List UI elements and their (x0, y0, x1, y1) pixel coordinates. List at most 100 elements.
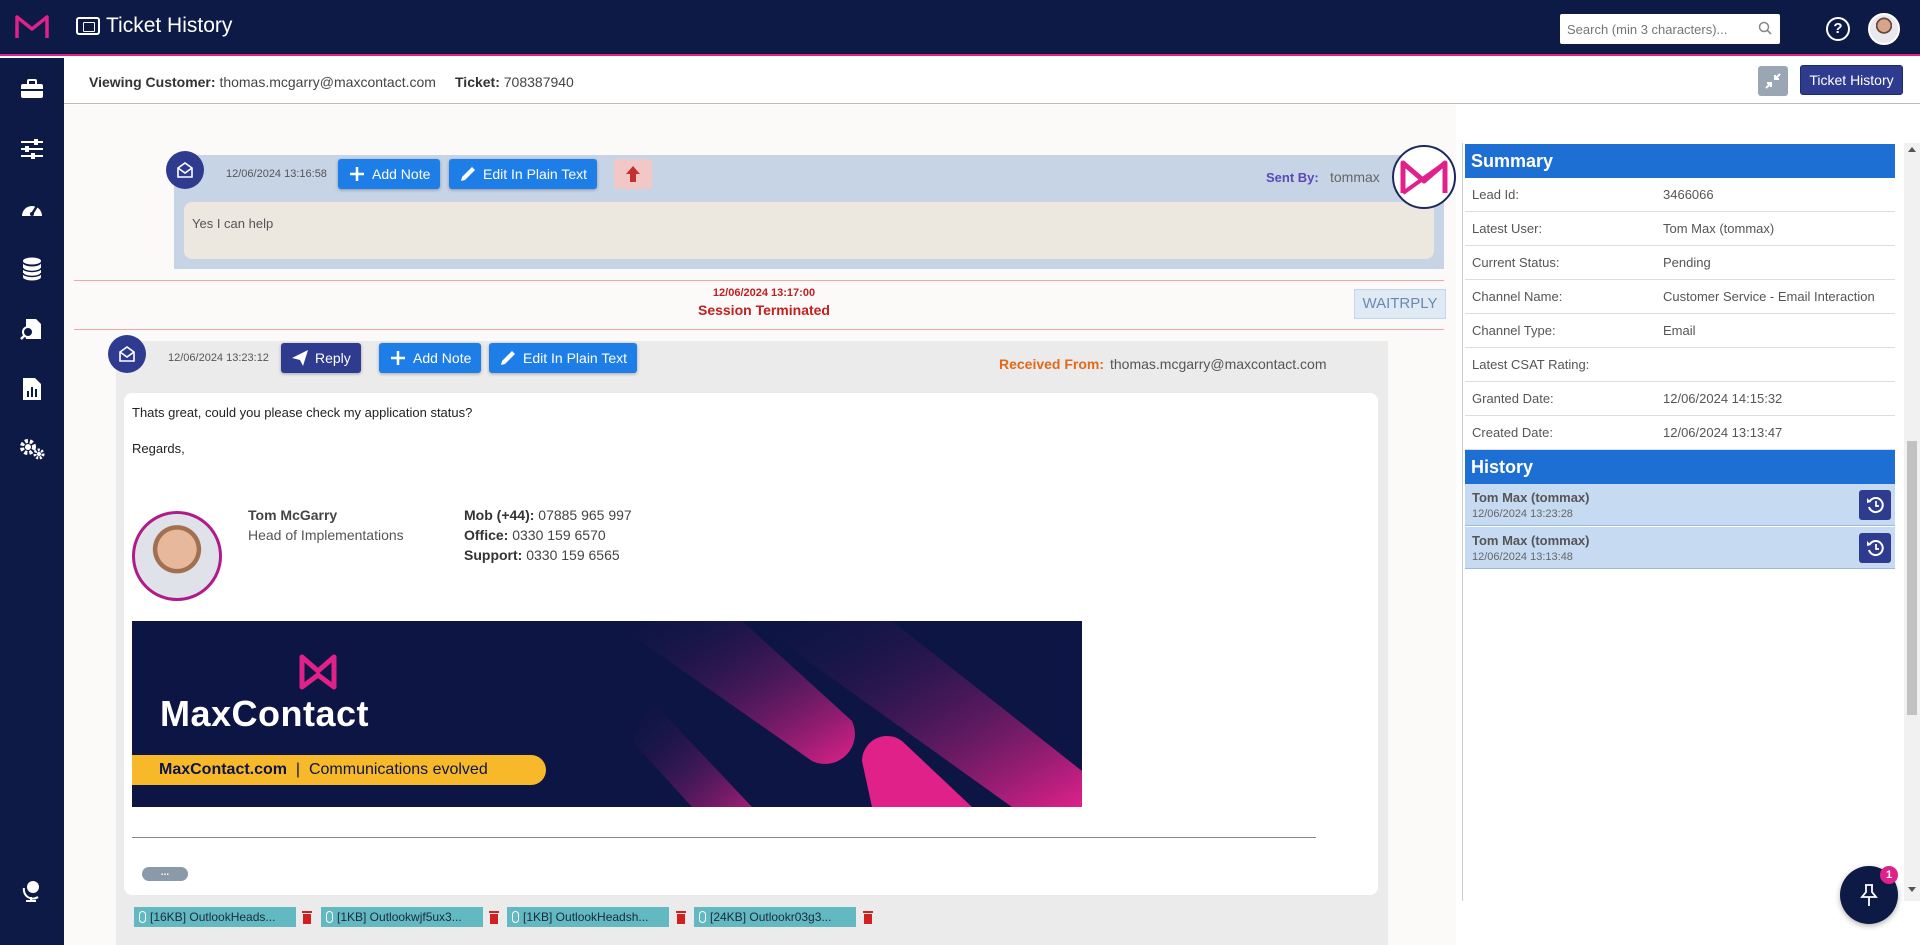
attachment-label: [1KB] OutlookHeadsh... (523, 910, 649, 924)
paperclip-icon (326, 911, 333, 923)
ticket-number: Ticket: 708387940 (455, 74, 574, 90)
ticket-timeline: Yes I can help 12/06/2024 13:16:58 Add N… (64, 105, 1456, 945)
edit-plain-text-button[interactable]: Edit In Plain Text (489, 343, 638, 373)
sidebar-item-briefcase[interactable] (17, 74, 47, 104)
add-note-button[interactable]: Add Note (379, 343, 482, 373)
viewing-customer-value: thomas.mcgarry@maxcontact.com (219, 74, 436, 90)
sent-by-label: Sent By: (1266, 170, 1319, 185)
summary-key: Current Status: (1472, 255, 1560, 270)
banner-tagline: MaxContact.com | Communications evolved (132, 755, 546, 785)
history-row: Tom Max (tommax) 12/06/2024 13:23:28 (1465, 484, 1895, 526)
maxcontact-logo[interactable] (14, 12, 50, 42)
search-input[interactable] (1560, 14, 1780, 44)
signature-name: Tom McGarry (248, 507, 338, 523)
sidebar-item-reports[interactable] (17, 374, 47, 404)
sidebar-item-status[interactable] (17, 876, 47, 906)
attachment-chip[interactable]: [1KB] OutlookHeadsh... (507, 907, 669, 927)
scroll-up-arrow-icon[interactable] (1908, 147, 1916, 152)
sliders-icon (21, 139, 43, 159)
summary-key: Channel Type: (1472, 323, 1556, 338)
help-icon[interactable]: ? (1826, 17, 1850, 41)
summary-key: Created Date: (1472, 425, 1553, 440)
paperclip-icon (139, 911, 146, 923)
attachment-chip[interactable]: [1KB] Outlookwjf5ux3... (321, 907, 483, 927)
send-icon (291, 349, 309, 367)
history-user: Tom Max (tommax) (1472, 533, 1590, 548)
viewing-customer-label: Viewing Customer: (89, 74, 216, 90)
collapse-button[interactable] (1758, 66, 1788, 96)
add-note-label: Add Note (372, 166, 431, 182)
sidebar-item-settings[interactable] (17, 134, 47, 164)
session-divider-bottom (74, 329, 1444, 330)
sent-timestamp: 12/06/2024 13:16:58 (226, 168, 327, 180)
message-line: Regards, (132, 441, 185, 456)
page-scrollbar[interactable] (1904, 143, 1920, 901)
app-title: Ticket History (76, 14, 232, 38)
session-timestamp: 12/06/2024 13:17:00 (712, 287, 816, 299)
plus-icon (389, 349, 407, 367)
ticket-label: Ticket: (455, 74, 500, 90)
top-bar: Ticket History ? (0, 0, 1920, 56)
edit-plain-text-button[interactable]: Edit In Plain Text (449, 159, 598, 189)
attachment-chip[interactable]: [16KB] OutlookHeads... (134, 907, 296, 927)
attachment-label: [1KB] Outlookwjf5ux3... (337, 910, 462, 924)
summary-row: Latest User: Tom Max (tommax) (1465, 212, 1895, 246)
signature-support: Support: 0330 159 6565 (464, 547, 620, 563)
dashboard-gauge-icon (22, 205, 42, 216)
received-from-label: Received From: (999, 356, 1105, 372)
history-restore-icon (1867, 497, 1884, 514)
delete-attachment-icon[interactable] (489, 910, 499, 924)
ticket-history-button[interactable]: Ticket History (1800, 65, 1903, 95)
delete-attachment-icon[interactable] (863, 910, 873, 924)
attachment-chip[interactable]: [24KB] Outlookr03g3... (694, 907, 856, 927)
ticket-icon (76, 17, 100, 35)
summary-value: Email (1663, 323, 1696, 338)
sidebar (0, 58, 64, 945)
session-divider-top (74, 280, 1444, 281)
mobile-label: Mob (+44): (464, 507, 535, 523)
received-timestamp: 12/06/2024 13:23:12 (168, 352, 269, 364)
reply-label: Reply (315, 350, 351, 366)
sent-message-body: Yes I can help (184, 202, 1434, 259)
sidebar-item-search-records[interactable] (17, 314, 47, 344)
summary-key: Latest CSAT Rating: (1472, 357, 1590, 372)
summary-value: 3466066 (1663, 187, 1714, 202)
mobile-value: 07885 965 997 (538, 507, 632, 523)
plus-icon (348, 165, 366, 183)
ticket-value: 708387940 (503, 74, 574, 90)
delete-attachment-icon[interactable] (676, 910, 686, 924)
report-chart-icon (23, 378, 41, 400)
search-icon[interactable] (1758, 21, 1772, 35)
summary-key: Latest User: (1472, 221, 1543, 236)
summary-key: Lead Id: (1472, 187, 1519, 202)
sidebar-item-database[interactable] (17, 254, 47, 284)
signature-title: Head of Implementations (248, 527, 404, 543)
edit-plain-text-label: Edit In Plain Text (523, 350, 628, 366)
scroll-thumb[interactable] (1907, 441, 1917, 715)
edit-plain-text-label: Edit In Plain Text (483, 166, 588, 182)
summary-row: Latest CSAT Rating: (1465, 348, 1895, 382)
show-more-button[interactable]: ... (142, 867, 188, 881)
scroll-down-arrow-icon[interactable] (1908, 887, 1916, 892)
gears-icon (20, 439, 45, 460)
office-value: 0330 159 6570 (512, 527, 606, 543)
summary-value: Pending (1663, 255, 1711, 270)
status-badge: WAITRPLY (1354, 289, 1446, 319)
summary-row: Granted Date: 12/06/2024 14:15:32 (1465, 382, 1895, 416)
email-banner: MaxContact MaxContact.com | Communicatio… (132, 621, 1082, 807)
sidebar-item-admin[interactable] (17, 434, 47, 464)
add-note-button[interactable]: Add Note (338, 159, 441, 189)
outbound-email-icon (166, 151, 204, 189)
sidebar-item-dashboard[interactable] (17, 194, 47, 224)
signature-office: Office: 0330 159 6570 (464, 527, 606, 543)
delete-attachment-icon[interactable] (302, 910, 312, 924)
notification-badge: 1 (1880, 866, 1898, 884)
user-globe-icon (22, 881, 39, 902)
restore-history-button[interactable] (1859, 490, 1891, 520)
restore-history-button[interactable] (1859, 533, 1891, 563)
scroll-up-button[interactable] (614, 159, 652, 189)
user-avatar[interactable] (1868, 13, 1900, 45)
reply-button[interactable]: Reply (281, 343, 361, 373)
history-time: 12/06/2024 13:13:48 (1472, 551, 1573, 563)
summary-key: Granted Date: (1472, 391, 1554, 406)
